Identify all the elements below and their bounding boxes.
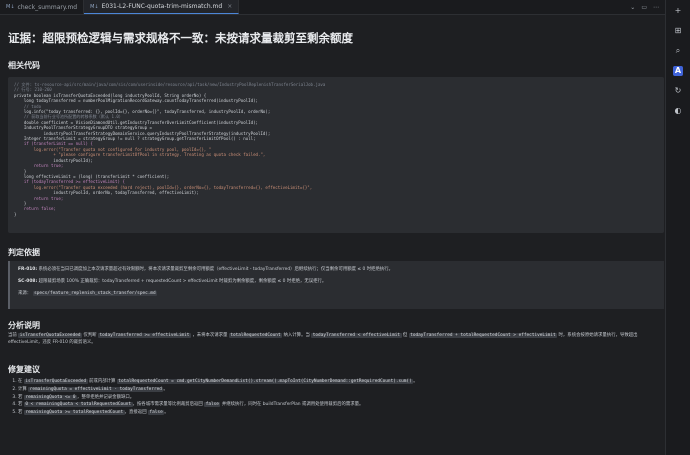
text: 。 bbox=[164, 410, 169, 416]
section-heading-code: 相关代码 bbox=[8, 61, 40, 70]
text: 。 bbox=[163, 386, 168, 392]
text: 计算 bbox=[18, 386, 27, 392]
rule-sc008: SC-008: 超限裁剪场景 100% 正确裁剪：todayTransferre… bbox=[18, 279, 656, 285]
code-line: return true; bbox=[14, 195, 64, 201]
code-block: // 文件: ts-resource-api/src/main/java/com… bbox=[8, 77, 664, 233]
more-icon[interactable]: ⋯ bbox=[653, 4, 659, 11]
code-line: log.error("Transfer quota not configured… bbox=[14, 146, 212, 152]
rule-text: 超限裁剪场景 100% 正确裁剪：todayTransferred + requ… bbox=[38, 279, 327, 284]
code-line: if (transferLimit == null) { bbox=[14, 141, 93, 147]
inline-code: totalRequestedCount bbox=[228, 333, 283, 338]
code-line: return false; bbox=[14, 206, 56, 212]
section-heading-judgement: 判定依据 bbox=[8, 248, 40, 257]
code-line: double coefficient = VisionDiamondUtil.g… bbox=[14, 119, 258, 125]
code-line: Integer transferLimit = strategyGroup !=… bbox=[14, 136, 256, 142]
inline-code: 0 < remainingQuota < totalRequestedCount bbox=[23, 402, 133, 408]
text: 但 bbox=[402, 333, 408, 338]
split-editor-icon[interactable]: ▭ bbox=[641, 4, 647, 11]
tab-check-summary[interactable]: M↓ check_summary.md bbox=[0, 0, 85, 14]
document: 证据：超限预检逻辑与需求规格不一致：未按请求量裁剪至剩余额度 相关代码 bbox=[8, 30, 664, 71]
code-line: IndustryPoolTransferStrategyGroupDTO str… bbox=[14, 125, 153, 131]
text: 若 bbox=[18, 402, 23, 408]
text: ，整单拒绝并记录金额缺口。 bbox=[77, 394, 135, 400]
section-heading-analysis: 分析说明 bbox=[8, 321, 40, 330]
text: 在 bbox=[18, 379, 23, 384]
code-line: industryPoolId); bbox=[14, 157, 93, 163]
search-icon[interactable]: ⌕ bbox=[673, 46, 683, 56]
code-line: industryPoolTransferStrategyDomainServic… bbox=[14, 130, 271, 136]
markdown-file-icon: M↓ bbox=[6, 4, 15, 10]
source-label: 来源： bbox=[18, 291, 32, 296]
text: 仅判断 bbox=[83, 333, 97, 338]
code-line: return true; bbox=[14, 163, 64, 169]
markdown-file-icon: M↓ bbox=[90, 3, 99, 10]
code-line: } bbox=[14, 211, 17, 217]
list-item: 若 remainingQuota >= totalRequestedCount，… bbox=[18, 409, 658, 417]
inline-code: false bbox=[148, 410, 165, 416]
code-line: if (todayTransferred >= effectiveLimit) … bbox=[14, 179, 125, 185]
list-item: 若 remainingQuota <= 0，整单拒绝并记录金额缺口。 bbox=[18, 394, 658, 402]
bulb-icon[interactable]: ◐ bbox=[673, 106, 683, 116]
analysis-paragraph: 当前 isTransferQuotaExceeded 仅判断 todayTran… bbox=[8, 333, 664, 346]
text: ，未将本次请求量 bbox=[192, 333, 228, 338]
inline-code: remainingQuota >= totalRequestedCount bbox=[23, 410, 125, 416]
a-icon[interactable]: A bbox=[673, 66, 683, 76]
refresh-icon[interactable]: ↻ bbox=[673, 86, 683, 96]
tab-label: check_summary.md bbox=[17, 3, 78, 11]
chevron-down-icon[interactable]: ⌄ bbox=[630, 4, 635, 11]
text: 纳入计算。当 bbox=[283, 333, 310, 338]
inline-code: todayTransferred >= effectiveLimit bbox=[98, 333, 191, 338]
code-line: private boolean isTransferQuotaExceeded(… bbox=[14, 92, 207, 98]
code-line: // todo bbox=[14, 103, 42, 109]
code-line: log.error("Transfer quota exceeded (hard… bbox=[14, 184, 313, 190]
right-activity-bar: + ⊞ ⌕ A ↻ ◐ bbox=[665, 0, 690, 455]
tab-bar: M↓ check_summary.md M↓ E031-L2-FUNC-quot… bbox=[0, 0, 665, 15]
add-icon[interactable]: + bbox=[673, 6, 683, 16]
text: 并继续执行，同时在 buildTransferPlan 或调用处使用裁剪后的需求… bbox=[221, 402, 364, 408]
inline-code: todayTransferred < effectiveLimit bbox=[311, 333, 402, 338]
text: ，按各城市需求量等比例裁剪后返回 bbox=[132, 402, 203, 408]
source-line: 来源： specs/feature_replenish_stack_transf… bbox=[18, 291, 656, 297]
tab-quota-trim-mismatch[interactable]: M↓ E031-L2-FUNC-quota-trim-mismatch.md × bbox=[84, 0, 240, 14]
code-line: } bbox=[14, 200, 27, 206]
rule-label: SC-008: bbox=[18, 279, 38, 284]
text: 前或内部计算 bbox=[89, 379, 116, 384]
code-line: long effectiveLimit = (long) (transferLi… bbox=[14, 173, 170, 179]
section-heading-fix: 修复建议 bbox=[8, 365, 40, 374]
source-path: specs/feature_replenish_stack_transfer/s… bbox=[32, 291, 158, 296]
code-line: } bbox=[14, 168, 27, 174]
editor-actions: ⌄ ▭ ⋯ bbox=[630, 0, 665, 14]
inline-code: remainingQuota <= 0 bbox=[23, 394, 78, 400]
inline-code: totalRequestedCount = cmd.getCityNumberD… bbox=[116, 379, 414, 384]
rule-text: 系统必须在当日已调度加上本次请求量超过有效限额时，将本次请求量裁剪至剩余可用额度… bbox=[38, 267, 394, 272]
code-line: + "please configure transferLimitOfPool … bbox=[14, 152, 266, 158]
tab-label: E031-L2-FUNC-quota-trim-mismatch.md bbox=[101, 3, 223, 10]
code-line: // 文件: ts-resource-api/src/main/java/com… bbox=[14, 82, 326, 87]
inline-code: isTransferQuotaExceeded bbox=[18, 333, 83, 338]
inline-code: isTransferQuotaExceeded bbox=[23, 379, 88, 384]
text: ，直接返回 bbox=[124, 410, 147, 416]
rule-fr010: FR-010: 系统必须在当日已调度加上本次请求量超过有效限额时，将本次请求量裁… bbox=[18, 267, 656, 273]
close-icon[interactable]: × bbox=[227, 3, 232, 10]
text: 。 bbox=[413, 379, 418, 384]
rule-label: FR-010: bbox=[18, 267, 38, 272]
code-line: long todayTransferred = numberPoolMigrat… bbox=[14, 98, 258, 104]
list-item: 若 0 < remainingQuota < totalRequestedCou… bbox=[18, 401, 658, 409]
judgement-quote: FR-010: 系统必须在当日已调度加上本次请求量超过有效限额时，将本次请求量裁… bbox=[8, 261, 664, 309]
code-line: // 行号: 210-260 bbox=[14, 87, 52, 93]
code-line: industryPoolId, orderNo, todayTransferre… bbox=[14, 190, 199, 196]
text: 若 bbox=[18, 410, 23, 416]
grid-icon[interactable]: ⊞ bbox=[673, 26, 683, 36]
inline-code: remainingQuota = effectiveLimit - todayT… bbox=[28, 386, 164, 392]
list-item: 计算 remainingQuota = effectiveLimit - tod… bbox=[18, 386, 658, 394]
inline-code: false bbox=[204, 402, 221, 408]
fix-list: 在 isTransferQuotaExceeded 前或内部计算 totalRe… bbox=[8, 378, 658, 417]
list-item: 在 isTransferQuotaExceeded 前或内部计算 totalRe… bbox=[18, 378, 658, 386]
inline-code: todayTransferred + totalRequestedCount >… bbox=[408, 333, 558, 338]
page-title: 证据：超限预检逻辑与需求规格不一致：未按请求量裁剪至剩余额度 bbox=[8, 31, 353, 45]
text: 若 bbox=[18, 394, 23, 400]
text: 当前 bbox=[8, 333, 17, 338]
code-line: // 获取当前行业号池所配置的转移系数（默认 1.0） bbox=[14, 114, 123, 120]
